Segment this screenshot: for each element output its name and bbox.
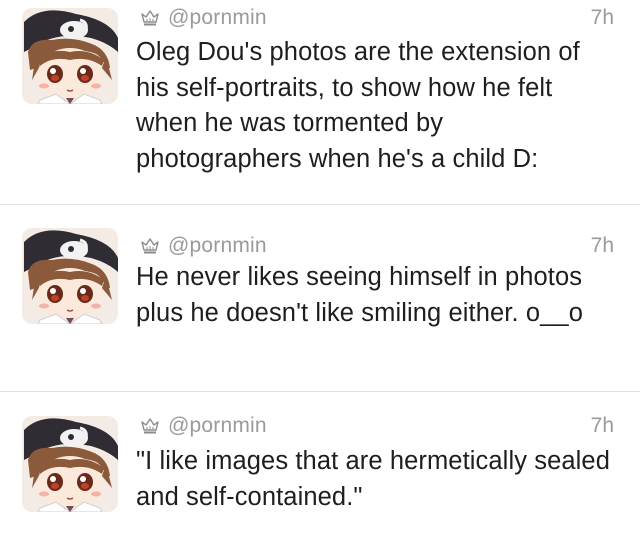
- crown-icon: [140, 236, 160, 256]
- crown-icon: [140, 416, 160, 436]
- tweet-item[interactable]: @pornmin 7h He never likes seeing himsel…: [0, 205, 640, 391]
- tweet-text: Oleg Dou's photos are the extension of h…: [136, 38, 580, 173]
- crown-icon: [140, 8, 160, 28]
- tweet-header: @pornmin 7h: [140, 231, 614, 261]
- tweet-text: "I like images that are hermetically sea…: [136, 447, 610, 511]
- tweet-timeline: @pornmin 7h Oleg Dou's photos are the ex…: [0, 0, 640, 535]
- tweet-text: He never likes seeing himself in photos …: [136, 263, 583, 327]
- tweet-timestamp: 7h: [590, 6, 614, 29]
- avatar[interactable]: [22, 416, 118, 512]
- avatar-image: [22, 8, 118, 104]
- tweet-handle[interactable]: @pornmin: [168, 414, 267, 438]
- tweet-handle[interactable]: @pornmin: [168, 234, 267, 258]
- tweet-item[interactable]: @pornmin 7h Oleg Dou's photos are the ex…: [0, 0, 640, 204]
- tweet-timestamp: 7h: [590, 414, 614, 437]
- avatar[interactable]: [22, 228, 118, 324]
- tweet-handle[interactable]: @pornmin: [168, 6, 267, 30]
- tweet-header: @pornmin 7h: [140, 3, 614, 33]
- tweet-item[interactable]: @pornmin 7h "I like images that are herm…: [0, 392, 640, 535]
- avatar-image: [22, 416, 118, 512]
- avatar-image: [22, 228, 118, 324]
- avatar[interactable]: [22, 8, 118, 104]
- tweet-timestamp: 7h: [590, 234, 614, 257]
- tweet-header: @pornmin 7h: [140, 411, 614, 441]
